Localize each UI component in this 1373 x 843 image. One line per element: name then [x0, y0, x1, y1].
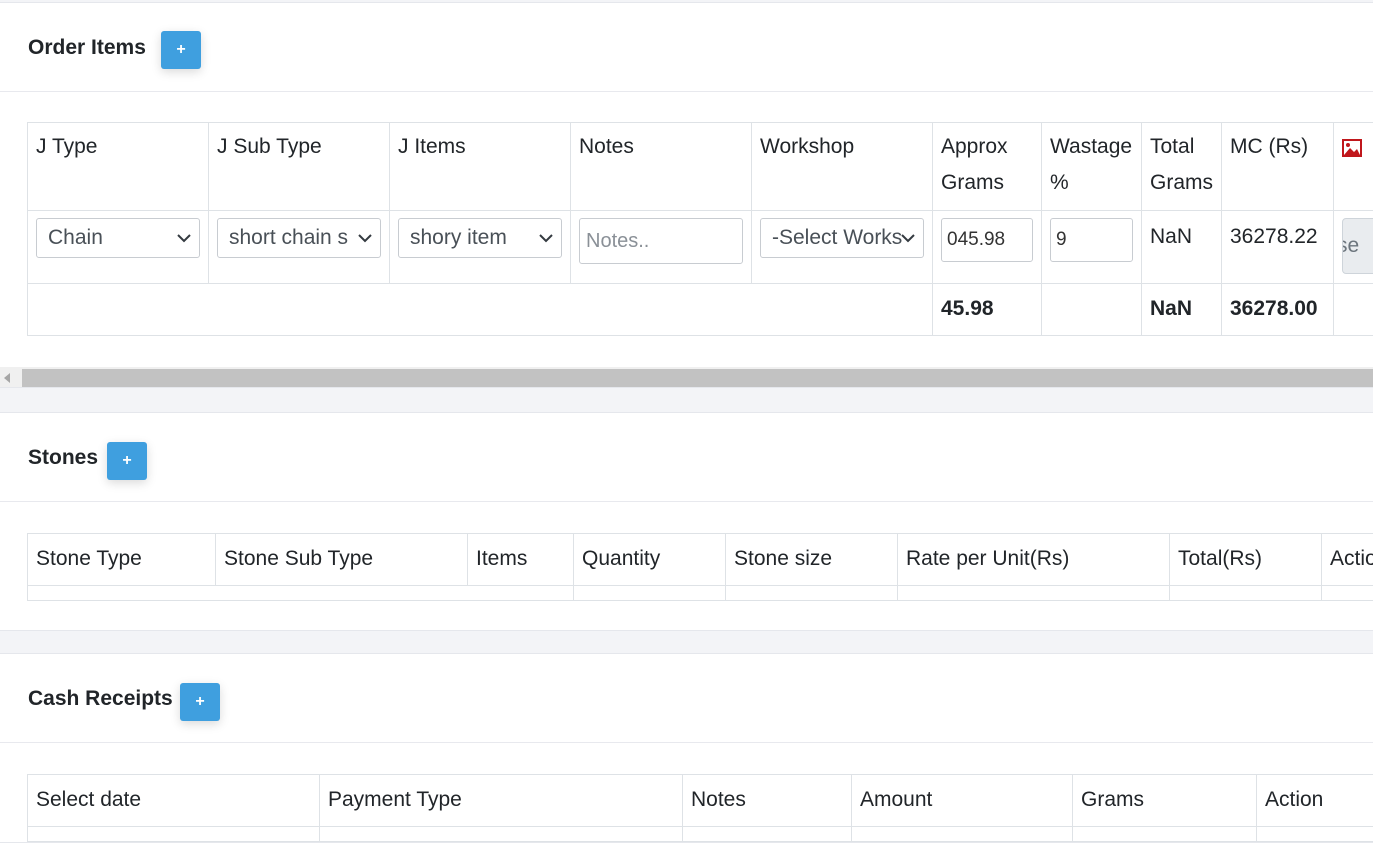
col-header-total-grams: Total Grams — [1142, 123, 1222, 211]
total-label-cell — [28, 284, 933, 336]
col-header-approx-grams: Approx Grams — [933, 123, 1042, 211]
workshop-select[interactable]: -Select Works — [760, 218, 924, 258]
stones-empty-cell — [28, 586, 574, 601]
stones-empty-cell — [726, 586, 898, 601]
notes-input[interactable]: Notes.. — [579, 218, 743, 264]
stones-card: Stones + Stone Type Stone Sub Type Items… — [0, 412, 1373, 631]
col-header-wastage: Wastage % — [1042, 123, 1142, 211]
stones-empty-cell — [1322, 586, 1373, 601]
approx-grams-input[interactable]: 045.98 — [941, 218, 1033, 262]
j-sub-type-value: short chain s — [229, 226, 348, 249]
stones-empty-cell — [1170, 586, 1322, 601]
wastage-input[interactable]: 9 — [1050, 218, 1133, 262]
order-items-title: Order Items — [28, 36, 146, 60]
total-wastage-cell — [1042, 284, 1142, 336]
action-button[interactable]: se — [1342, 218, 1373, 274]
cell-j-sub-type: short chain s — [209, 211, 390, 284]
col-header-action: Actio — [1322, 534, 1373, 586]
image-icon — [1342, 139, 1362, 157]
total-approx-grams: 45.98 — [941, 284, 1033, 327]
cell-workshop: -Select Works — [752, 211, 933, 284]
chevron-down-icon — [175, 219, 193, 257]
col-header-workshop: Workshop — [752, 123, 933, 211]
col-header-notes: Notes — [571, 123, 752, 211]
total-action-cell — [1334, 284, 1373, 336]
chevron-down-icon — [899, 219, 917, 257]
cash-receipts-empty-row — [28, 827, 1373, 842]
j-items-select[interactable]: shory item — [398, 218, 562, 258]
col-header-stone-size: Stone size — [726, 534, 898, 586]
cell-wastage: 9 — [1042, 211, 1142, 284]
cell-j-items: shory item — [390, 211, 571, 284]
stones-header: Stones + — [0, 413, 1373, 502]
col-header-j-sub-type: J Sub Type — [209, 123, 390, 211]
cash-receipts-header-row: Select date Payment Type Notes Amount Gr… — [28, 775, 1373, 827]
chevron-down-icon — [356, 219, 374, 257]
cash-receipts-empty-cell — [1257, 827, 1373, 842]
stones-table: Stone Type Stone Sub Type Items Quantity… — [27, 533, 1373, 601]
scroll-left-arrow-icon[interactable] — [4, 373, 10, 383]
order-items-card: Order Items + J Type J Sub Type J Items … — [0, 2, 1373, 388]
add-cash-receipt-button[interactable]: + — [180, 683, 220, 721]
stones-title: Stones — [28, 446, 98, 470]
j-items-value: shory item — [410, 226, 507, 249]
col-header-image — [1334, 123, 1373, 211]
j-type-value: Chain — [48, 226, 103, 249]
stones-empty-cell — [898, 586, 1170, 601]
total-approx-grams-cell: 45.98 — [933, 284, 1042, 336]
scrollbar-thumb[interactable] — [22, 369, 1373, 387]
j-type-select[interactable]: Chain — [36, 218, 200, 258]
stones-empty-cell — [574, 586, 726, 601]
col-header-amount: Amount — [852, 775, 1073, 827]
chevron-down-icon — [537, 219, 555, 257]
total-grams-value: NaN — [1150, 211, 1213, 255]
col-header-notes: Notes — [683, 775, 852, 827]
cash-receipts-empty-cell — [852, 827, 1073, 842]
workshop-value: -Select Works — [772, 226, 902, 249]
order-item-row: Chain short chain s shory item Notes.. — [28, 211, 1373, 284]
order-items-header-row: J Type J Sub Type J Items Notes Workshop… — [28, 123, 1373, 211]
cell-approx-grams: 045.98 — [933, 211, 1042, 284]
col-header-select-date: Select date — [28, 775, 320, 827]
cash-receipts-header: Cash Receipts + — [0, 654, 1373, 743]
stones-header-row: Stone Type Stone Sub Type Items Quantity… — [28, 534, 1373, 586]
cash-receipts-title: Cash Receipts — [28, 687, 173, 711]
total-total-grams-cell: NaN — [1142, 284, 1222, 336]
cell-mc: 36278.22 — [1222, 211, 1334, 284]
col-header-grams: Grams — [1073, 775, 1257, 827]
j-sub-type-select[interactable]: short chain s — [217, 218, 381, 258]
col-header-items: Items — [468, 534, 574, 586]
add-stone-button[interactable]: + — [107, 442, 147, 480]
col-header-action: Action — [1257, 775, 1373, 827]
order-items-header: Order Items + — [0, 3, 1373, 92]
cash-receipts-empty-cell — [683, 827, 852, 842]
horizontal-scrollbar[interactable] — [0, 367, 1373, 388]
total-total-grams: NaN — [1150, 284, 1213, 327]
col-header-stone-sub-type: Stone Sub Type — [216, 534, 468, 586]
col-header-total: Total(Rs) — [1170, 534, 1322, 586]
col-header-payment-type: Payment Type — [320, 775, 683, 827]
col-header-stone-type: Stone Type — [28, 534, 216, 586]
cash-receipts-empty-cell — [28, 827, 320, 842]
stones-empty-row — [28, 586, 1373, 601]
col-header-mc: MC (Rs) — [1222, 123, 1334, 211]
total-mc: 36278.00 — [1230, 284, 1325, 327]
col-header-quantity: Quantity — [574, 534, 726, 586]
cell-notes: Notes.. — [571, 211, 752, 284]
cash-receipts-empty-cell — [320, 827, 683, 842]
cell-total-grams: NaN — [1142, 211, 1222, 284]
cell-action: se — [1334, 211, 1373, 284]
total-mc-cell: 36278.00 — [1222, 284, 1334, 336]
order-items-total-row: 45.98 NaN 36278.00 — [28, 284, 1373, 336]
cash-receipts-empty-cell — [1073, 827, 1257, 842]
mc-value: 36278.22 — [1230, 211, 1325, 255]
col-header-j-type: J Type — [28, 123, 209, 211]
cash-receipts-card: Cash Receipts + Select date Payment Type… — [0, 653, 1373, 843]
add-order-item-button[interactable]: + — [161, 31, 201, 69]
cell-j-type: Chain — [28, 211, 209, 284]
col-header-rate-per-unit: Rate per Unit(Rs) — [898, 534, 1170, 586]
order-items-table: J Type J Sub Type J Items Notes Workshop… — [27, 122, 1373, 336]
col-header-j-items: J Items — [390, 123, 571, 211]
